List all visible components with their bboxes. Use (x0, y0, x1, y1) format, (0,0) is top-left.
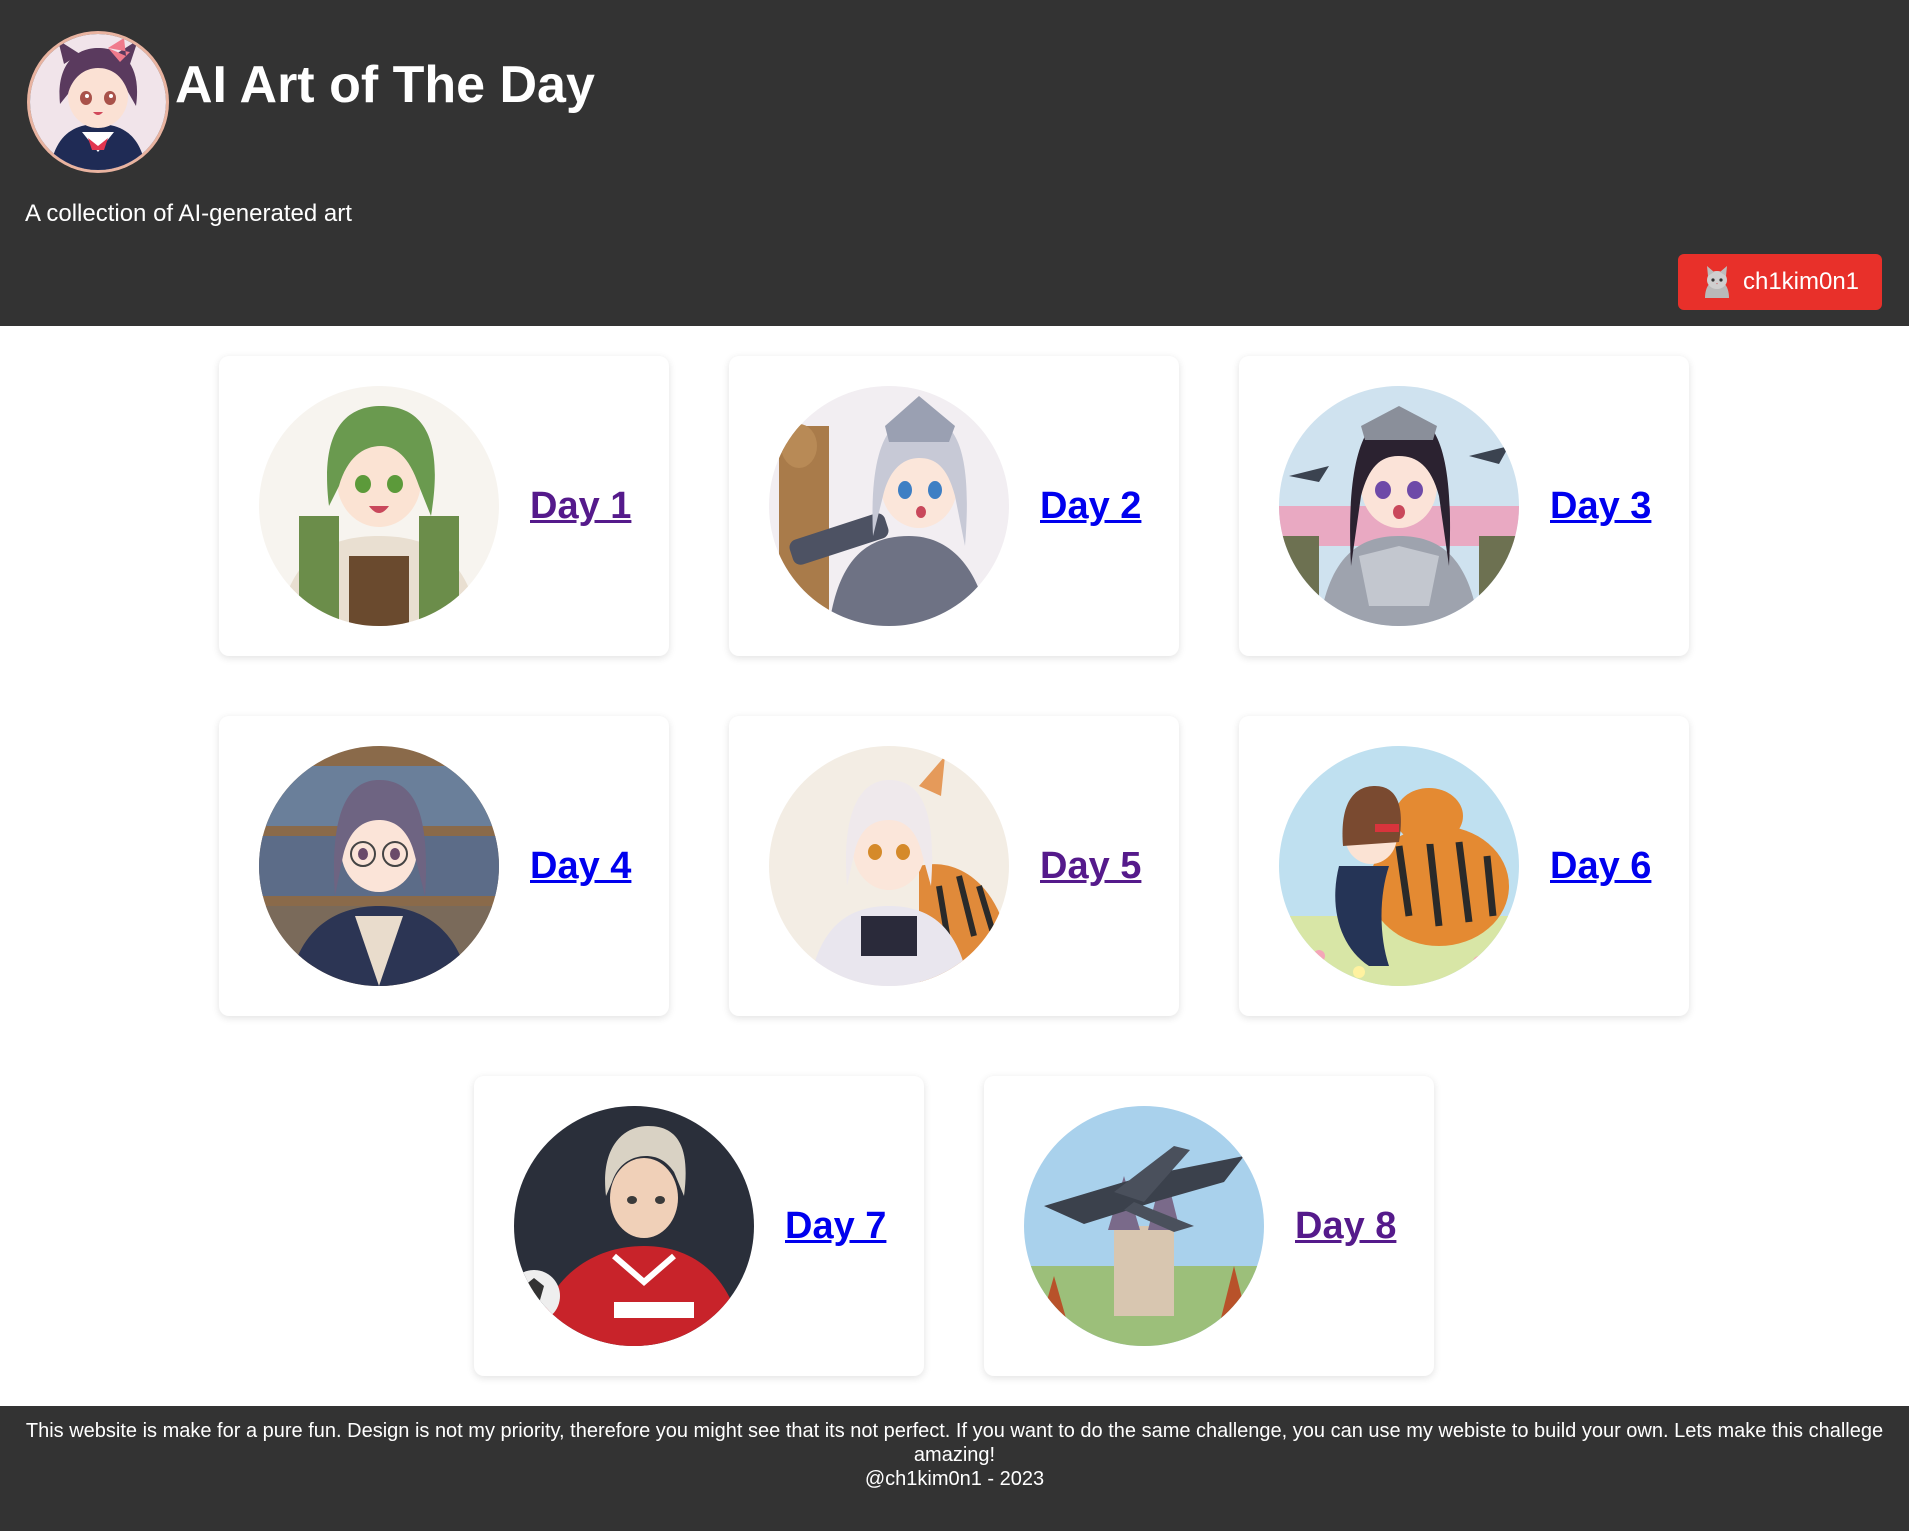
day-link[interactable]: Day 4 (530, 841, 631, 891)
day-4-thumbnail[interactable] (259, 746, 499, 986)
day-card: Day 5 (729, 716, 1179, 1016)
day-3-thumbnail[interactable] (1279, 386, 1519, 626)
site-title: AI Art of The Day (175, 56, 595, 114)
day-8-thumbnail[interactable] (1024, 1106, 1264, 1346)
day-6-thumbnail[interactable] (1279, 746, 1519, 986)
day-card: Day 6 (1239, 716, 1689, 1016)
day-card: Day 4 (219, 716, 669, 1016)
art-gallery: Day 1 Day 2 Day 3 Day 4 Day 5 Day 6 Day … (0, 326, 1909, 1406)
user-profile-button[interactable]: ch1kim0n1 (1678, 254, 1882, 310)
footer-message: This website is make for a pure fun. Des… (25, 1420, 1884, 1466)
day-link[interactable]: Day 7 (785, 1201, 886, 1251)
day-card: Day 8 (984, 1076, 1434, 1376)
site-footer: This website is make for a pure fun. Des… (0, 1406, 1909, 1531)
site-tagline: A collection of AI-generated art (25, 200, 352, 227)
day-link[interactable]: Day 1 (530, 481, 631, 531)
user-name-label: ch1kim0n1 (1742, 268, 1860, 295)
day-card: Day 1 (219, 356, 669, 656)
day-card: Day 7 (474, 1076, 924, 1376)
day-link[interactable]: Day 6 (1550, 841, 1651, 891)
day-7-thumbnail[interactable] (514, 1106, 754, 1346)
day-card: Day 3 (1239, 356, 1689, 656)
day-link[interactable]: Day 5 (1040, 841, 1141, 891)
day-1-thumbnail[interactable] (259, 386, 499, 626)
day-link[interactable]: Day 3 (1550, 481, 1651, 531)
day-2-thumbnail[interactable] (769, 386, 1009, 626)
day-link[interactable]: Day 8 (1295, 1201, 1396, 1251)
site-header: AI Art of The Day A collection of AI-gen… (0, 0, 1909, 326)
day-card: Day 2 (729, 356, 1179, 656)
day-link[interactable]: Day 2 (1040, 481, 1141, 531)
footer-credit: @ch1kim0n1 - 2023 (864, 1468, 1045, 1490)
logo-avatar-icon (30, 34, 166, 170)
cat-avatar-icon (1700, 264, 1733, 300)
day-5-thumbnail[interactable] (769, 746, 1009, 986)
